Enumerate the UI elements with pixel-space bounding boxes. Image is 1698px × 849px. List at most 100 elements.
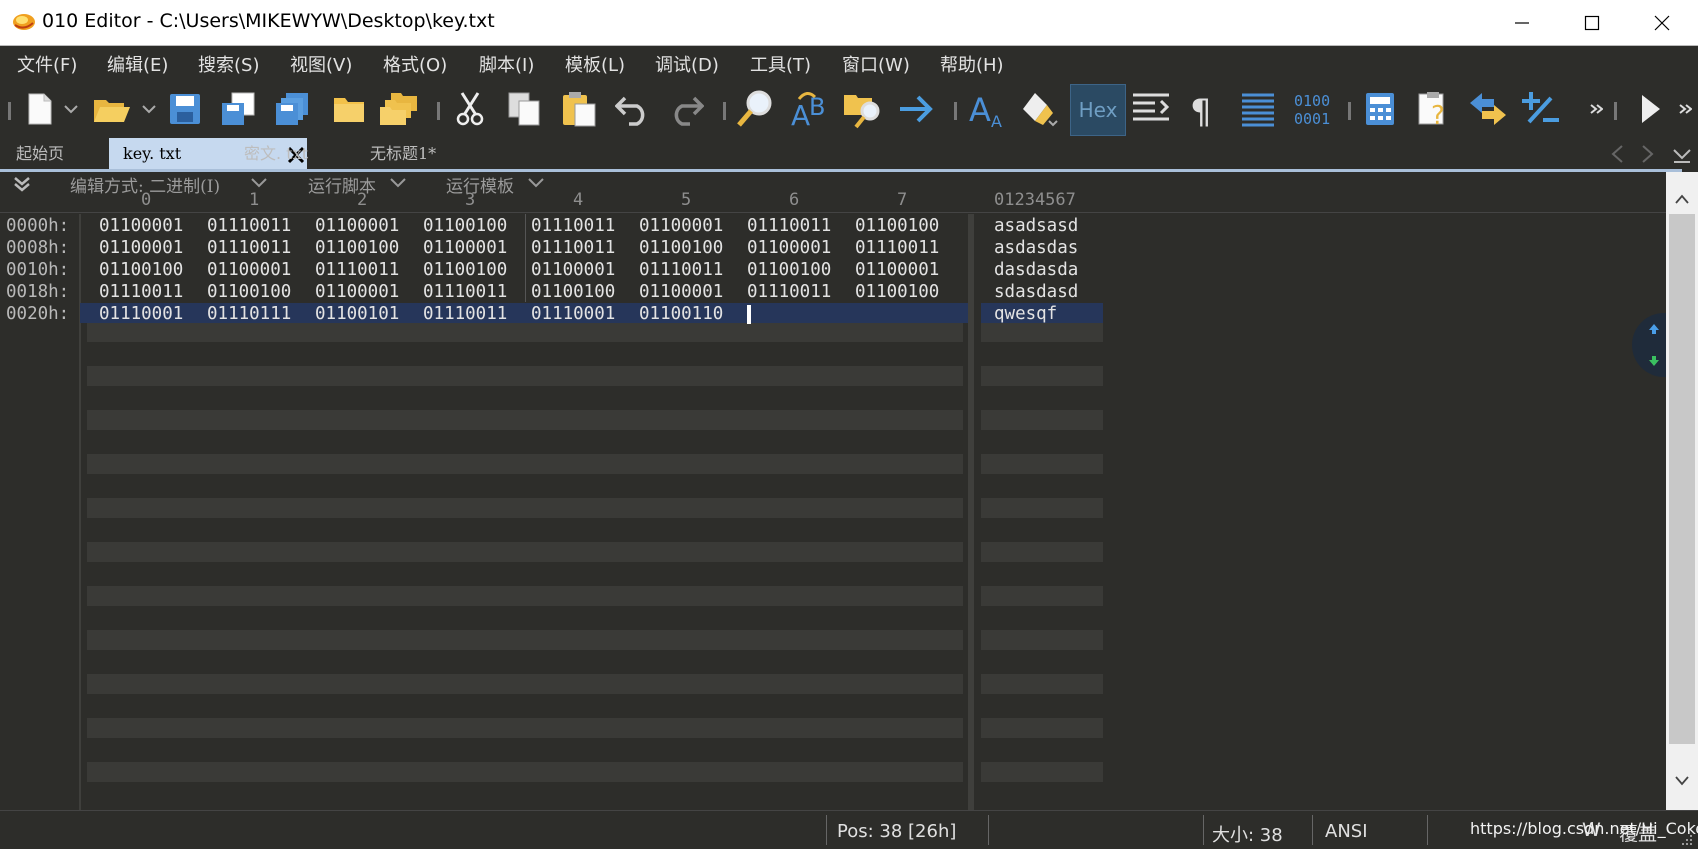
open-dropdown-icon[interactable] <box>136 88 162 130</box>
find-in-files-icon[interactable] <box>841 88 885 130</box>
edit-as-icon[interactable] <box>1129 88 1173 130</box>
run-template-dropdown[interactable]: 运行模板 <box>446 172 514 197</box>
byte-cell[interactable]: 01110001 <box>531 304 615 324</box>
save-all-icon[interactable] <box>270 88 314 130</box>
byte-cell[interactable]: 01110111 <box>207 304 291 324</box>
chevron-down-icon[interactable] <box>250 177 268 189</box>
byte-cell[interactable]: 01110011 <box>423 304 507 324</box>
open-folder-icon[interactable] <box>90 88 134 130</box>
byte-cell[interactable]: 01100001 <box>639 216 723 236</box>
byte-cell[interactable]: 01100001 <box>423 238 507 258</box>
byte-cell[interactable]: 01110011 <box>639 260 723 280</box>
byte-cell[interactable]: 01110011 <box>423 282 507 302</box>
byte-cell[interactable]: 01100101 <box>315 304 399 324</box>
byte-cell[interactable]: 01110011 <box>99 282 183 302</box>
menu-help[interactable]: 帮助(H) <box>940 51 1004 77</box>
menu-template[interactable]: 模板(L) <box>565 51 625 77</box>
hex-mode-button[interactable]: Hex <box>1070 84 1126 136</box>
menu-format[interactable]: 格式(O) <box>383 51 447 77</box>
byte-cell[interactable]: 01100100 <box>747 260 831 280</box>
byte-cell[interactable]: 01100110 <box>639 304 723 324</box>
byte-cell[interactable]: 01100001 <box>315 282 399 302</box>
byte-cell[interactable]: 01110011 <box>207 238 291 258</box>
byte-cell[interactable]: 01100100 <box>315 238 399 258</box>
tab-scroll-left-icon[interactable] <box>1610 144 1624 164</box>
tab-start-page[interactable]: 起始页 <box>16 138 64 169</box>
run-icon[interactable] <box>1628 88 1672 130</box>
save-as-icon[interactable] <box>216 88 260 130</box>
byte-cell[interactable]: 01110011 <box>531 238 615 258</box>
help-icon[interactable]: ? <box>1413 88 1457 130</box>
menu-tools[interactable]: 工具(T) <box>750 51 811 77</box>
new-file-icon[interactable] <box>18 88 62 130</box>
byte-cell[interactable]: 01100001 <box>207 260 291 280</box>
menu-file[interactable]: 文件(F) <box>17 51 77 77</box>
menu-view[interactable]: 视图(V) <box>290 51 352 77</box>
byte-cell[interactable]: 01110011 <box>207 216 291 236</box>
hex-editor[interactable]: 编辑方式: 二进制(I) 运行脚本 运行模板 0 1 2 3 4 5 6 7 0… <box>0 172 1666 810</box>
more-toolbar-icon[interactable] <box>1584 88 1608 130</box>
byte-cell[interactable]: 01100001 <box>855 260 939 280</box>
tab-scroll-right-icon[interactable] <box>1641 144 1655 164</box>
maximize-button[interactable] <box>1557 0 1627 45</box>
save-icon[interactable] <box>163 88 207 130</box>
font-icon[interactable]: AA <box>965 88 1009 130</box>
tab-cipher-txt[interactable]: 密文. txt <box>244 138 308 169</box>
paste-icon[interactable] <box>557 88 601 130</box>
goto-icon[interactable] <box>894 88 938 130</box>
menu-script[interactable]: 脚本(I) <box>479 51 534 77</box>
byte-cell[interactable]: 01100001 <box>639 282 723 302</box>
ascii-cell[interactable]: qwesqf <box>994 304 1057 324</box>
scroll-down-icon[interactable] <box>1675 776 1689 786</box>
more-toolbar-icon-2[interactable] <box>1674 88 1696 130</box>
scrollbar-thumb[interactable] <box>1669 214 1695 744</box>
byte-cell[interactable]: 01100001 <box>315 216 399 236</box>
byte-cell[interactable]: 01100100 <box>207 282 291 302</box>
vertical-scrollbar[interactable] <box>1666 172 1698 810</box>
byte-cell[interactable]: 01100100 <box>531 282 615 302</box>
cut-icon[interactable] <box>448 88 492 130</box>
add-icon[interactable] <box>1519 88 1563 130</box>
menu-window[interactable]: 窗口(W) <box>842 51 910 77</box>
ascii-cell[interactable]: asdasdas <box>994 238 1078 258</box>
byte-cell[interactable]: 01110011 <box>531 216 615 236</box>
find-icon[interactable] <box>733 88 777 130</box>
byte-cell[interactable]: 01100001 <box>747 238 831 258</box>
ascii-cell[interactable]: sdasdasd <box>994 282 1078 302</box>
status-encoding[interactable]: ANSI <box>1325 821 1368 842</box>
highlight-icon[interactable] <box>1016 88 1060 130</box>
menu-edit[interactable]: 编辑(E) <box>107 51 168 77</box>
menu-search[interactable]: 搜索(S) <box>198 51 259 77</box>
open-multiple-icon[interactable] <box>377 88 421 130</box>
byte-cell[interactable]: 01100100 <box>855 282 939 302</box>
byte-cell[interactable]: 01100001 <box>531 260 615 280</box>
redo-icon[interactable] <box>664 88 708 130</box>
byte-cell[interactable]: 01110011 <box>855 238 939 258</box>
paragraph-icon[interactable]: ¶ <box>1181 88 1225 130</box>
binary-icon[interactable]: 0100 0001 <box>1290 88 1334 130</box>
byte-cell[interactable]: 01110001 <box>99 304 183 324</box>
folder-icon[interactable] <box>327 88 371 130</box>
byte-cell[interactable]: 01110011 <box>315 260 399 280</box>
byte-cell[interactable]: 01100100 <box>639 238 723 258</box>
byte-cell[interactable]: 01100100 <box>423 216 507 236</box>
tab-untitled[interactable]: 无标题1* <box>370 138 436 169</box>
menu-debug[interactable]: 调试(D) <box>655 51 719 77</box>
byte-cell[interactable]: 01110011 <box>747 216 831 236</box>
close-button[interactable] <box>1627 0 1697 45</box>
new-file-dropdown-icon[interactable] <box>58 88 84 130</box>
ascii-cell[interactable]: dasdasda <box>994 260 1078 280</box>
columns-icon[interactable] <box>1236 88 1280 130</box>
undo-icon[interactable] <box>611 88 655 130</box>
calculator-icon[interactable] <box>1358 88 1402 130</box>
minimize-button[interactable] <box>1487 0 1557 45</box>
byte-cell[interactable]: 01100100 <box>855 216 939 236</box>
byte-cell[interactable]: 01100001 <box>99 238 183 258</box>
byte-cell[interactable]: 01110011 <box>747 282 831 302</box>
chevron-down-icon[interactable] <box>527 177 545 189</box>
byte-cell[interactable]: 01100001 <box>99 216 183 236</box>
tab-list-icon[interactable] <box>1672 144 1692 164</box>
chevron-down-icon[interactable] <box>389 177 407 189</box>
ascii-cell[interactable]: asadsasd <box>994 216 1078 236</box>
scroll-up-icon[interactable] <box>1675 194 1689 204</box>
